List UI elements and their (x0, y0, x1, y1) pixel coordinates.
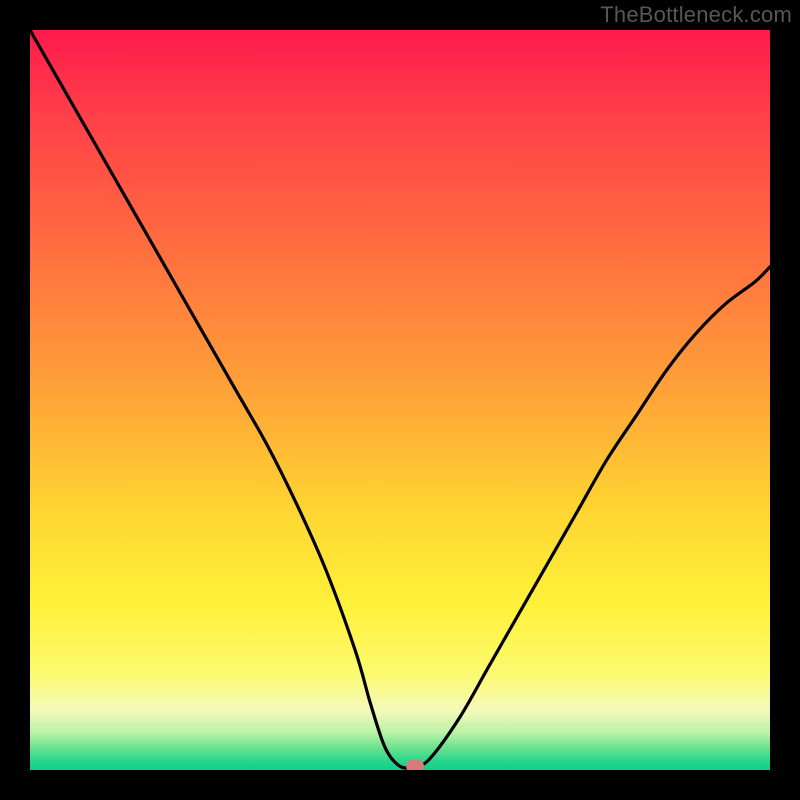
chart-frame: TheBottleneck.com (0, 0, 800, 800)
optimum-marker (406, 760, 424, 770)
attribution-text: TheBottleneck.com (600, 2, 792, 28)
bottleneck-curve (30, 30, 770, 770)
plot-area (30, 30, 770, 770)
